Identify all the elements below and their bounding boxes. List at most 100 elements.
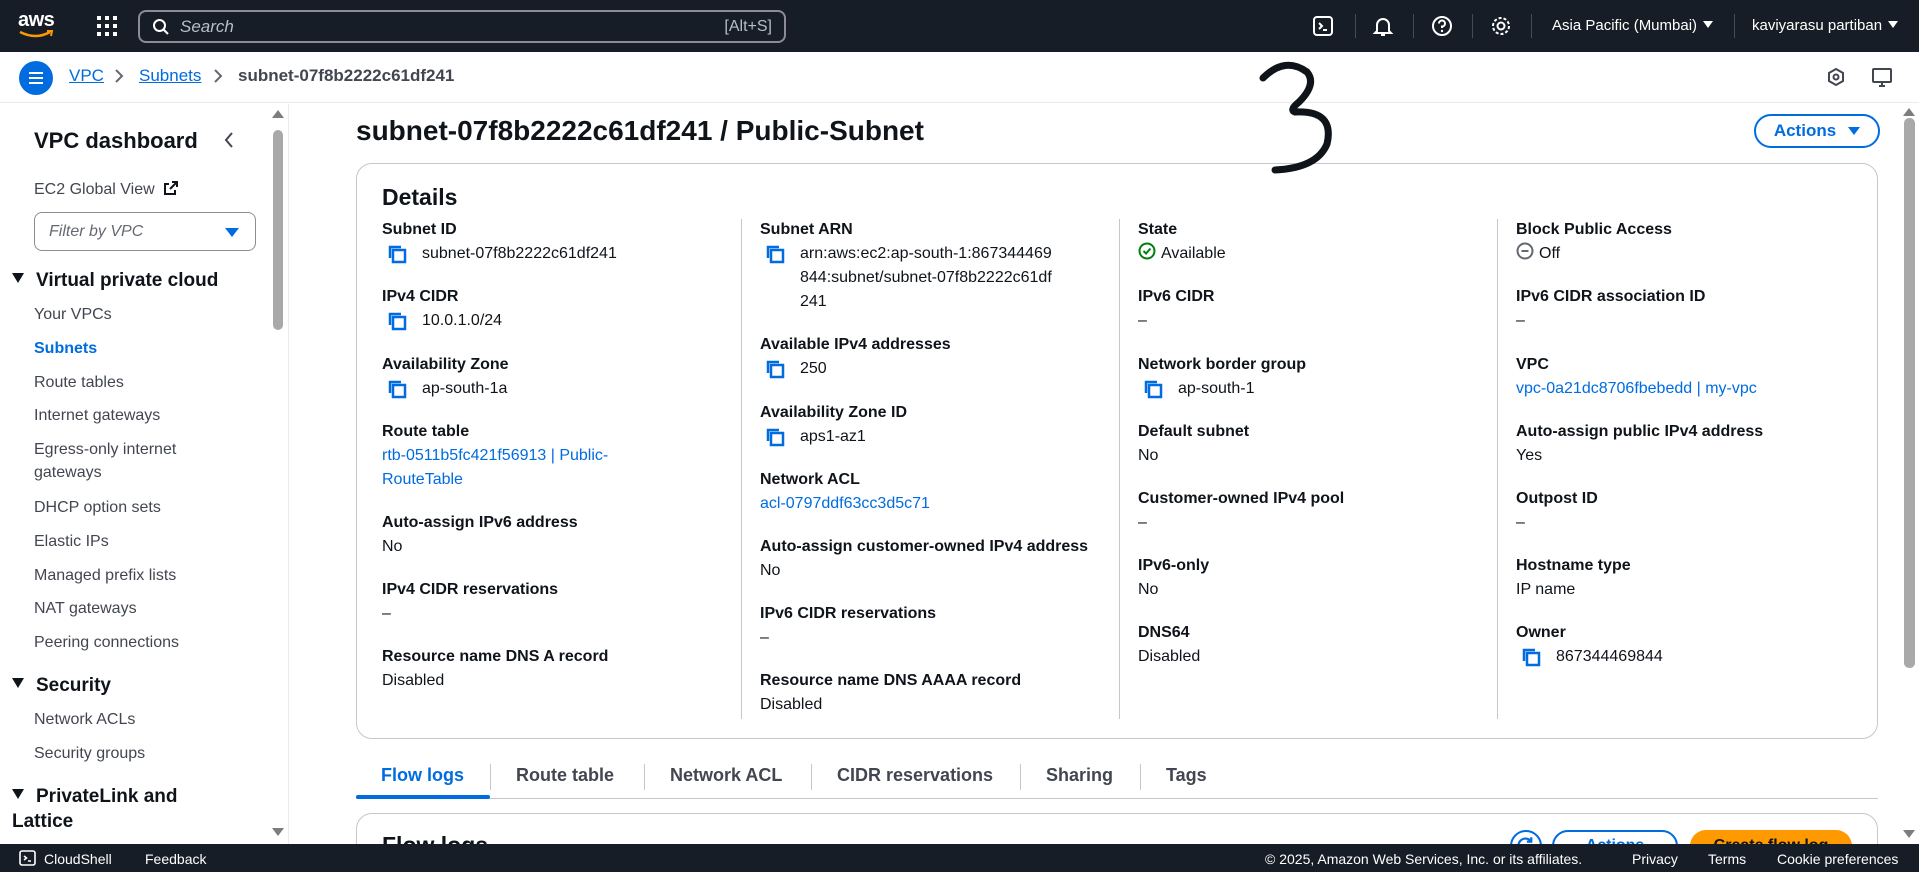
field-block-public-access: Block Public Access Off	[1516, 218, 1856, 266]
field-network-border-group: Network border group ap-south-1	[1138, 353, 1478, 401]
chevron-right-icon	[214, 69, 223, 83]
field-ipv4-cidr: IPv4 CIDR 10.0.1.0/24	[382, 285, 722, 333]
state-status: Available	[1161, 245, 1226, 262]
copy-icon[interactable]	[386, 243, 408, 265]
field-ipv4-cidr-reservations: IPv4 CIDR reservations –	[382, 581, 559, 622]
sidebar-item-dhcp-option-sets[interactable]: DHCP option sets	[34, 496, 161, 519]
footer-terms-link[interactable]: Terms	[1708, 851, 1746, 867]
sidebar-item-internet-gateways[interactable]: Internet gateways	[34, 404, 160, 427]
help-panel-icon[interactable]	[1871, 66, 1893, 88]
sidebar-item-ec2-global-view[interactable]: EC2 Global View	[34, 178, 179, 201]
field-auto-assign-ipv6: Auto-assign IPv6 address No	[382, 514, 578, 555]
details-panel: Details Subnet ID subnet-07f8b2222c61df2…	[356, 163, 1878, 739]
field-hostname-type: Hostname type IP name	[1516, 557, 1631, 598]
field-availability-zone: Availability Zone ap-south-1a	[382, 353, 722, 401]
sidebar-item-your-vpcs[interactable]: Your VPCs	[34, 303, 112, 326]
active-tab-indicator	[356, 795, 490, 799]
footer-copyright: © 2025, Amazon Web Services, Inc. or its…	[1265, 851, 1583, 867]
vpc-link[interactable]: vpc-0a21dc8706fbebedd | my-vpc	[1516, 377, 1856, 401]
collapse-sidebar-icon[interactable]	[222, 130, 236, 150]
expand-caret-icon	[12, 273, 24, 283]
footer-cookie-preferences-link[interactable]: Cookie preferences	[1777, 851, 1898, 867]
field-network-acl: Network ACL acl-0797ddf63cc3d5c71	[760, 468, 1100, 516]
field-owner: Owner 867344469844	[1516, 621, 1856, 669]
footer-cloudshell-link[interactable]: CloudShell	[44, 851, 112, 867]
tab-tags[interactable]: Tags	[1166, 765, 1207, 786]
copy-icon[interactable]	[386, 310, 408, 332]
footer-privacy-link[interactable]: Privacy	[1632, 851, 1678, 867]
sidebar-item-network-acls[interactable]: Network ACLs	[34, 708, 135, 731]
page-title: subnet-07f8b2222c61df241 / Public-Subnet	[356, 115, 924, 146]
footer-bar: CloudShell Feedback © 2025, Amazon Web S…	[0, 844, 1919, 872]
breadcrumb-vpc[interactable]: VPC	[69, 66, 104, 86]
caret-down-icon	[1848, 127, 1861, 135]
copy-icon[interactable]	[1142, 378, 1164, 400]
main-scrollbar[interactable]	[1900, 104, 1919, 844]
field-dns64: DNS64 Disabled	[1138, 624, 1201, 665]
tab-flow-logs[interactable]: Flow logs	[381, 765, 464, 786]
field-outpost-id: Outpost ID –	[1516, 490, 1598, 531]
side-navigation: VPC dashboard EC2 Global View Filter by …	[0, 104, 268, 844]
cloudshell-icon[interactable]	[1312, 15, 1334, 37]
sidebar-scrollbar[interactable]	[270, 104, 286, 844]
block-public-access-status: Off	[1539, 245, 1561, 262]
copy-icon[interactable]	[764, 358, 786, 380]
field-dns-aaaa-record: Resource name DNS AAAA record Disabled	[760, 672, 1022, 713]
filter-by-vpc-select[interactable]: Filter by VPC	[34, 212, 256, 251]
sidebar-item-subnets[interactable]: Subnets	[34, 337, 97, 360]
sidebar-item-egress-only-internet-gateways[interactable]: Egress-only internet gateways	[34, 438, 214, 484]
field-ipv6-cidr-association-id: IPv6 CIDR association ID –	[1516, 288, 1706, 329]
field-vpc: VPC vpc-0a21dc8706fbebedd | my-vpc	[1516, 353, 1856, 401]
field-subnet-arn: Subnet ARN arn:aws:ec2:ap-south-1:867344…	[760, 221, 1052, 310]
search-input[interactable]: Search	[180, 17, 724, 37]
sidebar-item-peering-connections[interactable]: Peering connections	[34, 631, 179, 654]
breadcrumb-current: subnet-07f8b2222c61df241	[238, 66, 455, 85]
search-bar[interactable]: Search [Alt+S]	[138, 10, 786, 43]
tab-cidr-reservations[interactable]: CIDR reservations	[837, 765, 993, 786]
section-security[interactable]: Security	[12, 673, 111, 698]
top-navigation: aws Search [Alt+S] Asia Pacific (Mumbai)…	[0, 0, 1919, 52]
field-state: State Available	[1138, 218, 1478, 266]
network-acl-link[interactable]: acl-0797ddf63cc3d5c71	[760, 492, 1100, 516]
footer-feedback-link[interactable]: Feedback	[145, 851, 206, 867]
services-grid-icon[interactable]	[97, 16, 117, 36]
copy-icon[interactable]	[764, 426, 786, 448]
sidebar-item-managed-prefix-lists[interactable]: Managed prefix lists	[34, 564, 176, 587]
sidebar-item-nat-gateways[interactable]: NAT gateways	[34, 597, 137, 620]
side-navigation-toggle-button[interactable]	[19, 61, 53, 95]
sidebar-item-elastic-ips[interactable]: Elastic IPs	[34, 530, 109, 553]
sidebar-item-route-tables[interactable]: Route tables	[34, 371, 124, 394]
help-icon[interactable]	[1431, 15, 1453, 37]
breadcrumb-subnets[interactable]: Subnets	[139, 66, 201, 86]
external-link-icon	[164, 181, 179, 195]
copy-icon[interactable]	[1520, 646, 1542, 668]
route-table-link[interactable]: rtb-0511b5fc421f56913 | Public-RouteTabl…	[382, 444, 662, 492]
actions-button[interactable]: Actions	[1754, 114, 1880, 148]
aws-logo[interactable]: aws	[18, 10, 60, 42]
section-virtual-private-cloud[interactable]: Virtual private cloud	[12, 268, 218, 293]
copy-icon[interactable]	[764, 243, 786, 265]
field-ipv6-cidr-reservations: IPv6 CIDR reservations –	[760, 605, 937, 646]
search-icon	[153, 18, 169, 35]
info-panel-icon[interactable]	[1825, 66, 1847, 88]
sidebar-item-security-groups[interactable]: Security groups	[34, 742, 145, 765]
tab-sharing[interactable]: Sharing	[1046, 765, 1113, 786]
settings-gear-icon[interactable]	[1490, 15, 1512, 37]
stopped-icon	[1516, 242, 1534, 260]
copy-icon[interactable]	[386, 378, 408, 400]
account-menu[interactable]: kaviyarasu partiban	[1752, 17, 1899, 34]
section-privatelink-and-lattice[interactable]: PrivateLink and Lattice	[12, 784, 212, 834]
sidebar-title[interactable]: VPC dashboard	[34, 128, 198, 154]
chevron-down-icon	[1888, 21, 1899, 28]
notifications-bell-icon[interactable]	[1372, 15, 1394, 37]
field-ipv6-cidr: IPv6 CIDR –	[1138, 288, 1215, 329]
tab-network-acl[interactable]: Network ACL	[670, 765, 782, 786]
field-subnet-id: Subnet ID subnet-07f8b2222c61df241	[382, 218, 722, 266]
tab-route-table[interactable]: Route table	[516, 765, 614, 786]
field-customer-owned-ipv4-pool: Customer-owned IPv4 pool –	[1138, 490, 1345, 531]
cloudshell-icon[interactable]	[19, 850, 36, 866]
chevron-right-icon	[115, 69, 124, 83]
aws-logo-text: aws	[18, 9, 55, 31]
region-selector[interactable]: Asia Pacific (Mumbai)	[1552, 17, 1714, 34]
success-check-icon	[1138, 242, 1156, 260]
